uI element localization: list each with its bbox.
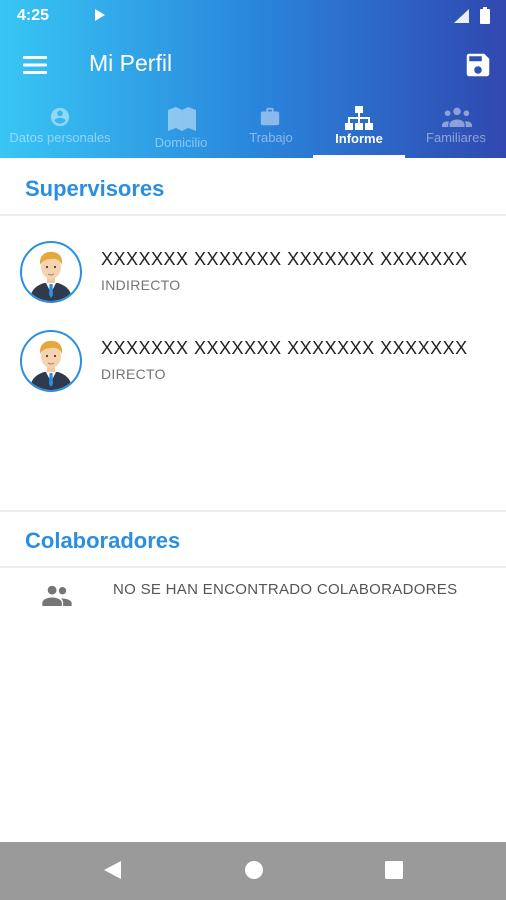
- supervisor-item[interactable]: XXXXXXX XXXXXXX XXXXXXX XXXXXXX INDIRECT…: [0, 241, 506, 321]
- menu-icon: [23, 56, 47, 74]
- system-nav-bar: [0, 842, 506, 900]
- tab-label: Domicilio: [154, 135, 208, 150]
- avatar: [20, 241, 82, 303]
- supervisor-name: XXXXXXX XXXXXXX XXXXXXX XXXXXXX: [101, 338, 468, 358]
- empty-state-text: NO SE HAN ENCONTRADO COLABORADORES: [113, 581, 458, 598]
- briefcase-icon: [260, 107, 280, 126]
- play-store-icon: [95, 9, 105, 21]
- home-icon[interactable]: [243, 859, 265, 881]
- signal-icon: [454, 9, 469, 23]
- supervisor-relation: DIRECTO: [101, 366, 166, 382]
- tab-indicator: [313, 155, 405, 158]
- map-icon: [168, 107, 196, 131]
- tab-label: Datos personales: [9, 130, 111, 145]
- back-icon[interactable]: [101, 859, 123, 881]
- save-button[interactable]: [463, 50, 493, 80]
- person-avatar-icon: [30, 340, 72, 390]
- tab-label: Informe: [335, 131, 383, 146]
- person-avatar-icon: [30, 251, 72, 301]
- tab-label: Trabajo: [249, 130, 293, 145]
- colaboradores-header: Colaboradores: [0, 512, 506, 568]
- section-title: Colaboradores: [25, 528, 181, 553]
- tab-bar: Datos personales Domicilio Trabajo Infor…: [0, 100, 506, 158]
- tab-trabajo[interactable]: Trabajo: [240, 100, 302, 158]
- save-icon: [466, 53, 490, 77]
- supervisor-item[interactable]: XXXXXXX XXXXXXX XXXXXXX XXXXXXX DIRECTO: [0, 330, 506, 410]
- people-icon: [42, 585, 72, 606]
- tab-label: Familiares: [426, 130, 486, 145]
- tab-domicilio[interactable]: Domicilio: [140, 100, 222, 158]
- page-title: Mi Perfil: [89, 50, 173, 76]
- account-circle-icon: [50, 107, 70, 127]
- org-chart-icon: [345, 106, 373, 130]
- avatar: [20, 330, 82, 392]
- status-bar: 4:25: [0, 0, 506, 32]
- people-icon: [442, 107, 472, 127]
- supervisor-name: XXXXXXX XXXXXXX XXXXXXX XXXXXXX: [101, 249, 468, 269]
- app-bar: 4:25 Mi Perfil Datos personales Domicili…: [0, 0, 506, 158]
- tab-informe[interactable]: Informe: [313, 100, 405, 158]
- section-title: Supervisores: [25, 176, 165, 201]
- battery-icon: [480, 7, 490, 24]
- supervisores-header: Supervisores: [0, 160, 506, 216]
- supervisor-relation: INDIRECTO: [101, 277, 181, 293]
- recents-icon[interactable]: [383, 859, 405, 881]
- tab-familiares[interactable]: Familiares: [415, 100, 497, 158]
- menu-button[interactable]: [20, 50, 50, 80]
- status-time: 4:25: [17, 7, 50, 24]
- tab-datos-personales[interactable]: Datos personales: [0, 100, 120, 158]
